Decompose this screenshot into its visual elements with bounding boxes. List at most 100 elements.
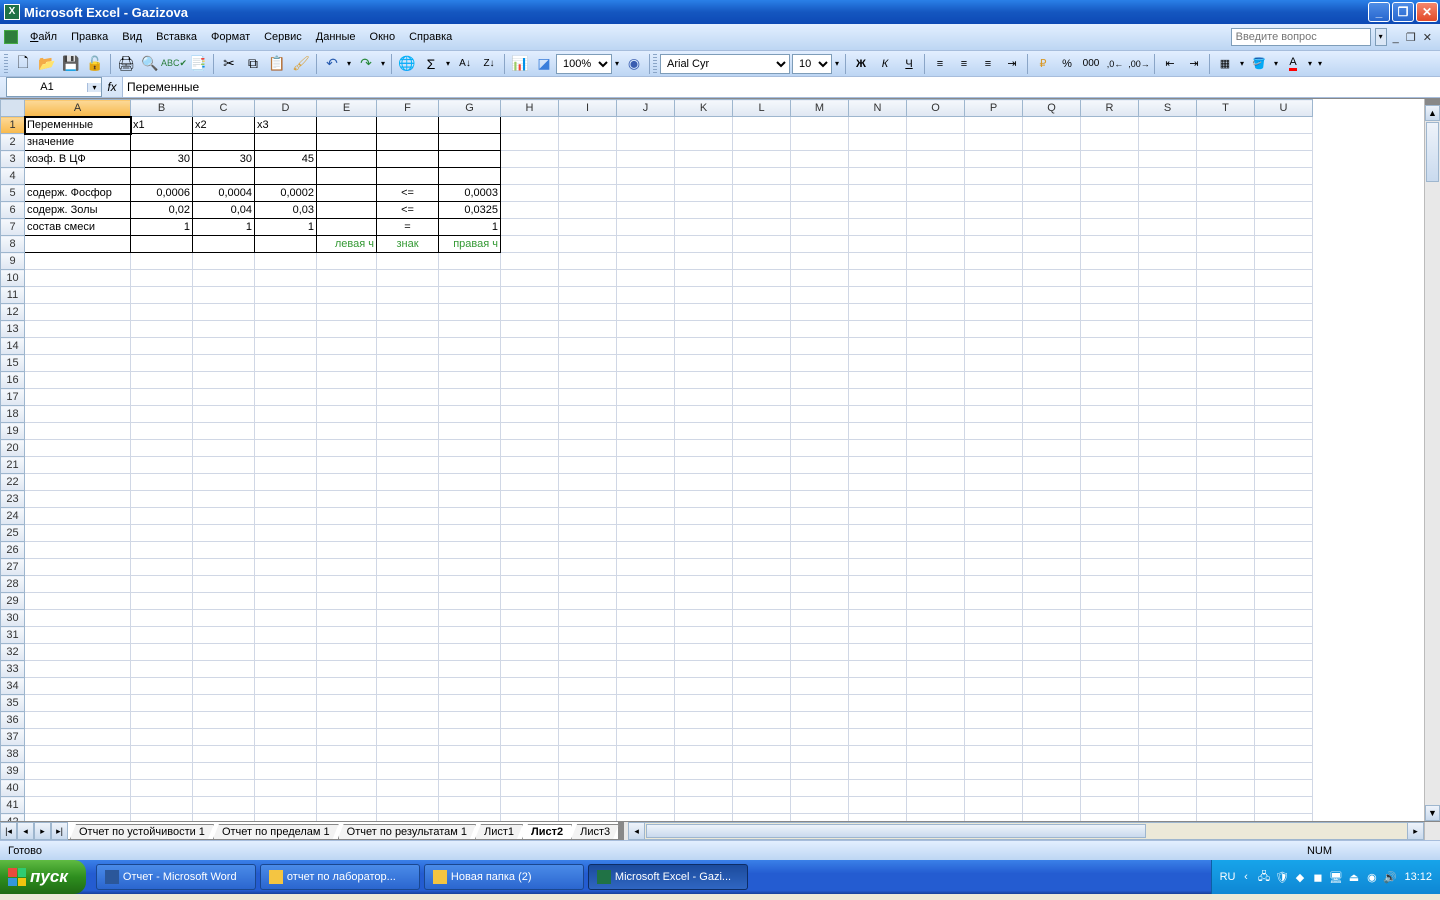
cell-S3[interactable] [1139, 151, 1197, 168]
cell-B39[interactable] [131, 763, 193, 780]
cell-J14[interactable] [617, 338, 675, 355]
cell-S22[interactable] [1139, 474, 1197, 491]
cell-H42[interactable] [501, 814, 559, 822]
cell-B9[interactable] [131, 253, 193, 270]
cell-B36[interactable] [131, 712, 193, 729]
cell-O35[interactable] [907, 695, 965, 712]
tab-next-button[interactable]: ▸ [34, 822, 51, 840]
cell-Q34[interactable] [1023, 678, 1081, 695]
cell-S11[interactable] [1139, 287, 1197, 304]
cell-G2[interactable] [439, 134, 501, 151]
cell-S40[interactable] [1139, 780, 1197, 797]
cell-P17[interactable] [965, 389, 1023, 406]
cell-T22[interactable] [1197, 474, 1255, 491]
cell-I19[interactable] [559, 423, 617, 440]
cell-B5[interactable]: 0,0006 [131, 185, 193, 202]
cell-P25[interactable] [965, 525, 1023, 542]
cell-D30[interactable] [255, 610, 317, 627]
col-header-H[interactable]: H [501, 100, 559, 117]
cell-T25[interactable] [1197, 525, 1255, 542]
cell-D32[interactable] [255, 644, 317, 661]
cell-Q37[interactable] [1023, 729, 1081, 746]
cell-I42[interactable] [559, 814, 617, 822]
cell-P24[interactable] [965, 508, 1023, 525]
cell-A6[interactable]: содерж. Золы [25, 202, 131, 219]
tray-app1-icon[interactable]: ◆ [1292, 870, 1307, 885]
cell-M27[interactable] [791, 559, 849, 576]
cell-L23[interactable] [733, 491, 791, 508]
cell-I15[interactable] [559, 355, 617, 372]
cell-I41[interactable] [559, 797, 617, 814]
cell-P12[interactable] [965, 304, 1023, 321]
cell-G40[interactable] [439, 780, 501, 797]
cell-F26[interactable] [377, 542, 439, 559]
cell-N7[interactable] [849, 219, 907, 236]
scroll-down-button[interactable]: ▼ [1425, 805, 1440, 821]
cell-S5[interactable] [1139, 185, 1197, 202]
cell-E16[interactable] [317, 372, 377, 389]
cell-A28[interactable] [25, 576, 131, 593]
row-header-23[interactable]: 23 [1, 491, 25, 508]
cell-I10[interactable] [559, 270, 617, 287]
cell-O13[interactable] [907, 321, 965, 338]
cell-K10[interactable] [675, 270, 733, 287]
cell-F8[interactable]: знак [377, 236, 439, 253]
cell-S27[interactable] [1139, 559, 1197, 576]
cell-E22[interactable] [317, 474, 377, 491]
cell-K29[interactable] [675, 593, 733, 610]
help-search-input[interactable] [1231, 28, 1371, 46]
cell-U32[interactable] [1255, 644, 1313, 661]
cell-J31[interactable] [617, 627, 675, 644]
cell-R23[interactable] [1081, 491, 1139, 508]
cell-O39[interactable] [907, 763, 965, 780]
cell-T35[interactable] [1197, 695, 1255, 712]
cell-G19[interactable] [439, 423, 501, 440]
cell-S36[interactable] [1139, 712, 1197, 729]
cell-I26[interactable] [559, 542, 617, 559]
cell-O20[interactable] [907, 440, 965, 457]
cell-R16[interactable] [1081, 372, 1139, 389]
formula-input[interactable] [122, 77, 1440, 97]
cell-G20[interactable] [439, 440, 501, 457]
cell-D31[interactable] [255, 627, 317, 644]
cell-K24[interactable] [675, 508, 733, 525]
cell-H34[interactable] [501, 678, 559, 695]
cell-L29[interactable] [733, 593, 791, 610]
cell-B3[interactable]: 30 [131, 151, 193, 168]
sheet-tab-0[interactable]: Отчет по устойчивости 1 [70, 824, 214, 839]
cell-I36[interactable] [559, 712, 617, 729]
cell-M40[interactable] [791, 780, 849, 797]
cell-B6[interactable]: 0,02 [131, 202, 193, 219]
cell-F6[interactable]: <= [377, 202, 439, 219]
decrease-decimal-button[interactable]: ,00→ [1128, 53, 1150, 75]
row-header-41[interactable]: 41 [1, 797, 25, 814]
cell-D20[interactable] [255, 440, 317, 457]
cell-J32[interactable] [617, 644, 675, 661]
cell-P22[interactable] [965, 474, 1023, 491]
sheet-tab-4[interactable]: Лист2 [522, 824, 572, 839]
cell-Q25[interactable] [1023, 525, 1081, 542]
cell-U35[interactable] [1255, 695, 1313, 712]
cell-A33[interactable] [25, 661, 131, 678]
vscroll-thumb[interactable] [1426, 122, 1439, 182]
cell-A4[interactable] [25, 168, 131, 185]
cell-K13[interactable] [675, 321, 733, 338]
taskbar-button-1[interactable]: отчет по лаборатор... [260, 864, 420, 890]
row-header-24[interactable]: 24 [1, 508, 25, 525]
cell-D2[interactable] [255, 134, 317, 151]
cell-B29[interactable] [131, 593, 193, 610]
cell-D13[interactable] [255, 321, 317, 338]
cell-H1[interactable] [501, 117, 559, 134]
cell-E13[interactable] [317, 321, 377, 338]
cell-G39[interactable] [439, 763, 501, 780]
cell-Q40[interactable] [1023, 780, 1081, 797]
cell-T23[interactable] [1197, 491, 1255, 508]
cell-E6[interactable] [317, 202, 377, 219]
print-button[interactable]: 🖨 [115, 53, 137, 75]
tray-app2-icon[interactable]: ◼ [1310, 870, 1325, 885]
cell-L15[interactable] [733, 355, 791, 372]
col-header-G[interactable]: G [439, 100, 501, 117]
cell-N17[interactable] [849, 389, 907, 406]
cell-C5[interactable]: 0,0004 [193, 185, 255, 202]
cell-J6[interactable] [617, 202, 675, 219]
